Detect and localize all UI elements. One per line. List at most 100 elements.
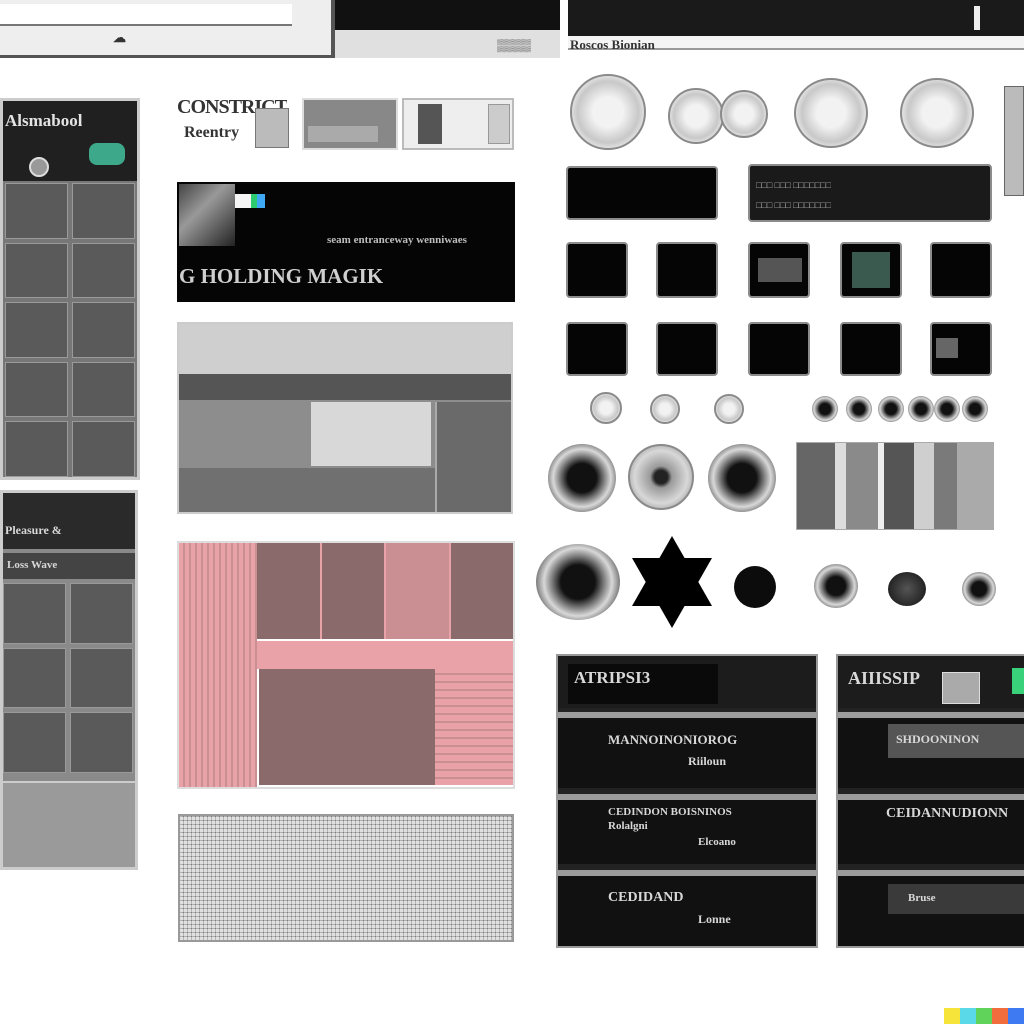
star-of-david-icon [632,536,712,628]
top-caption-mid: ▒▒▒▒ [497,38,532,52]
panel-row: MANNOINONIOROG Riiloun [558,712,816,788]
pink-lower-right [435,669,513,785]
panel-row: CEIDANNUDIONN [838,794,1024,864]
square-tile [840,242,902,298]
center-top-card [302,98,398,150]
panel-label: Rolalgni [608,820,648,832]
center-top-thumb [255,108,289,148]
left-panel-header-text: Alsmabool [5,111,83,130]
wide-dark-tile: □□□ □□□ □□□□□□□ □□□ □□□ □□□□□□□ [748,164,992,222]
center-top-card-2 [402,98,514,150]
grid-cell [3,583,66,644]
pink-cell [321,543,384,639]
panel-row: AIIISSIP [838,656,1024,708]
top-dark-bar [335,0,560,30]
panel-row: CEDINDON BOISNINOS Rolalgni Elcoano [558,794,816,864]
square-tile [656,242,718,298]
grid-cell [5,302,68,358]
watermark-swatch [976,1008,992,1024]
left-bottom-footer [3,781,135,867]
panel-label: Bruse [908,892,936,904]
left-panel-top: Alsmabool [0,98,140,480]
banner-accent-blue [257,194,265,208]
left-grid-bottom [3,583,133,773]
coin-icon [900,78,974,148]
grid-cell [72,421,135,477]
coin-icon [720,90,768,138]
center-noise-block [178,814,514,942]
center-top-card-2-icon [418,104,442,144]
panel-label: AIIISSIP [848,668,921,688]
building-dark-band [179,374,511,400]
wide-tile-row2: □□□ □□□ □□□□□□□ [756,200,832,210]
panel-label: CEDINDON BOISNINOS [608,806,732,818]
button-icon [846,396,872,422]
center-banner: seam entranceway wenniwaes G HOLDING MAG… [177,182,515,302]
left-bottom-sub-text: Loss Wave [7,559,58,571]
coin-icon [570,74,646,150]
stripe [846,443,879,529]
top-right-dark-bar [568,0,1024,36]
square-tile [930,322,992,376]
striped-panel [796,442,994,530]
panel-green-accent [1012,668,1024,694]
panel-label: SHDOONINON [896,732,980,746]
panel-label: ATRIPSI3 [574,668,651,687]
tile-screen [852,252,890,288]
pink-block-grid [257,543,513,639]
left-bottom-subbar: Loss Wave [3,553,135,579]
top-window-inner [0,4,292,26]
building-right-block [435,402,511,512]
watermark-swatch [992,1008,1008,1024]
square-tile [656,322,718,376]
square-tile [748,322,810,376]
color-watermark [944,1008,1024,1024]
left-bottom-header: Pleasure & [3,493,135,549]
dark-tile [566,166,718,220]
small-gear-icon [962,572,996,606]
square-tile [566,322,628,376]
grid-cell [5,421,68,477]
gear-icon [536,544,620,620]
panel-row: ATRIPSI3 [558,656,816,708]
panel-row: SHDOONINON [838,712,1024,788]
center-pink-grid [177,541,515,789]
grid-cell [72,183,135,239]
panel-row: CEDIDAND Lonne [558,870,816,946]
button-icon [934,396,960,422]
panel-row: Bruse [838,870,1024,946]
panel-label: Riiloun [688,754,727,768]
noise-overlay [180,816,512,940]
left-panel-bottom: Pleasure & Loss Wave [0,490,138,870]
pink-cell [257,543,320,639]
small-coin-icon [650,394,680,424]
large-coin-icon [628,444,694,510]
pink-light-band [257,641,513,669]
building-window [311,402,431,466]
pink-dark-lower [259,669,435,785]
grid-cell [72,361,135,418]
left-panel-green-dot [89,143,125,165]
small-coin-icon [590,392,622,424]
small-coin-icon [714,394,744,424]
center-top-card-2-box [488,104,510,144]
grid-cell [70,647,133,709]
pink-cell [450,543,513,639]
button-icon [908,396,934,422]
wide-tile-row1: □□□ □□□ □□□□□□□ [756,180,832,190]
stripe [933,443,958,529]
right-edge-card [1004,86,1024,196]
banner-small-text: seam entranceway wenniwaes [327,234,467,246]
left-panel-lens-icon [29,157,49,177]
top-caption-right: Roscos Bionian [570,37,655,52]
left-grid-top [5,183,135,477]
watermark-swatch [944,1008,960,1024]
stripe [834,443,847,529]
grid-cell [72,242,135,299]
button-icon [812,396,838,422]
dark-knob-icon [888,572,926,606]
stripe [957,443,993,529]
cog-icon [814,564,858,608]
square-tile [930,242,992,298]
large-coin-icon [708,444,776,512]
